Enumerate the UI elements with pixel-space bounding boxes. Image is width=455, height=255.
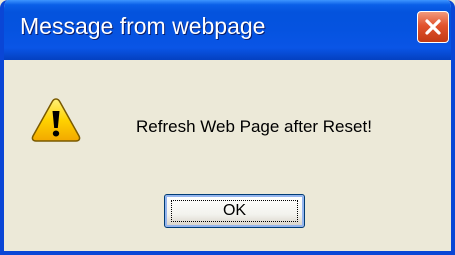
title-bar[interactable]: Message from webpage — [4, 0, 451, 60]
close-icon — [425, 19, 441, 35]
message-dialog: Message from webpage Refresh Web Page af… — [0, 0, 455, 255]
warning-icon — [31, 98, 81, 142]
close-button[interactable] — [417, 11, 449, 43]
ok-button-label: OK — [222, 202, 247, 219]
dialog-message: Refresh Web Page after Reset! — [136, 117, 372, 136]
ok-button[interactable]: OK — [164, 194, 305, 228]
dialog-title: Message from webpage — [20, 13, 266, 39]
